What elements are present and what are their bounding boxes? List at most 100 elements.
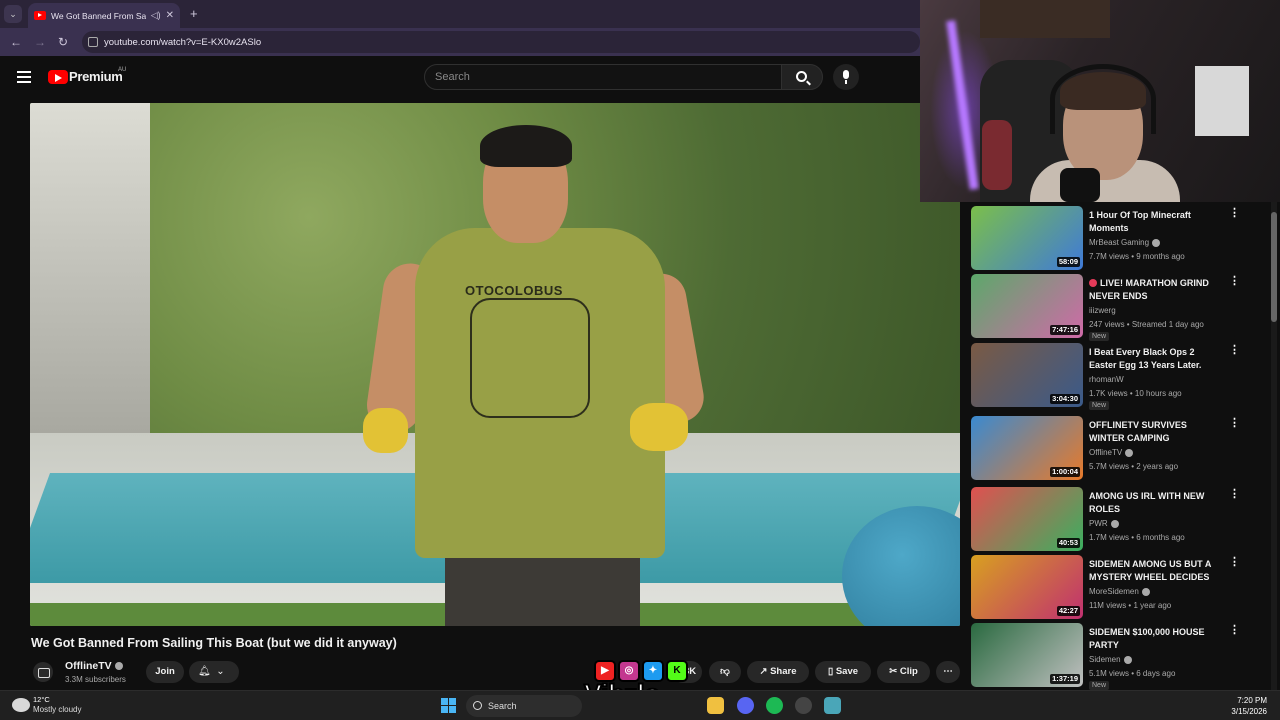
recommendation-item[interactable]: 3:04:30 I Beat Every Black Ops 2 Easter E… — [971, 343, 1271, 410]
recommendation-item[interactable]: 42:27 SIDEMEN AMONG US BUT A MYSTERY WHEE… — [971, 555, 1271, 621]
voice-search-button[interactable] — [833, 64, 859, 90]
more-vertical-icon[interactable]: ⋮ — [1229, 208, 1240, 225]
recommendation-channel[interactable]: Sidemen — [1089, 655, 1132, 664]
overlay-kick-icon: K — [666, 660, 688, 682]
sidebar-scrollbar[interactable] — [1271, 202, 1277, 690]
share-icon: ↗ — [759, 666, 768, 677]
dislike-button[interactable]: 👎︎ — [709, 661, 741, 683]
recommendation-title-text: I Beat Every Black Ops 2 Easter Egg 13 Y… — [1089, 347, 1202, 370]
recommendation-channel[interactable]: iiizwerg — [1089, 306, 1116, 315]
recommendation-item[interactable]: 40:53 AMONG US IRL WITH NEW ROLES PWR 1.7M … — [971, 487, 1271, 553]
video-frame-person: OTOCOLOBUS — [363, 123, 708, 626]
more-vertical-icon[interactable]: ⋮ — [1229, 418, 1240, 435]
recommendation-meta: 247 views • Streamed 1 day ago — [1089, 320, 1204, 329]
video-duration: 40:53 — [1056, 538, 1080, 548]
person-left-glove — [363, 408, 408, 453]
recommendation-thumbnail[interactable]: 3:04:30 — [971, 343, 1083, 407]
recommendation-thumbnail[interactable]: 1:00:04 — [971, 416, 1083, 480]
forward-arrow-icon[interactable]: → — [34, 35, 46, 49]
channel-name-link[interactable]: OfflineTV — [65, 660, 123, 672]
menu-icon[interactable] — [17, 71, 31, 83]
recommendation-meta: 5.7M views • 2 years ago — [1089, 462, 1179, 471]
subscriber-count: 3.3M subscribers — [65, 675, 126, 684]
new-tab-icon[interactable]: + — [190, 6, 198, 21]
weather-description[interactable]: Mostly cloudy — [33, 705, 81, 714]
system-clock[interactable]: 7:20 PM 3/15/2026 — [1215, 695, 1267, 717]
site-info-icon[interactable] — [88, 37, 98, 47]
microphone-icon — [843, 70, 849, 84]
recommendation-thumbnail[interactable]: 42:27 — [971, 555, 1083, 619]
recommendation-item[interactable]: 7:47:16 LIVE! MARATHON GRIND NEVER ENDS ii… — [971, 274, 1271, 341]
recommendation-title[interactable]: AMONG US IRL WITH NEW ROLES — [1089, 490, 1214, 516]
more-actions-button[interactable]: ⋯ — [936, 661, 960, 683]
join-button[interactable]: Join — [146, 661, 184, 683]
share-button[interactable]: ↗ Share — [747, 661, 809, 683]
recommendation-thumbnail[interactable]: 40:53 — [971, 487, 1083, 551]
tab-search-chevron-icon[interactable]: ⌄ — [4, 5, 22, 23]
weather-temperature[interactable]: 12°C — [33, 695, 50, 704]
recommendation-title-text: LIVE! MARATHON GRIND NEVER ENDS — [1089, 278, 1209, 301]
recommendation-title[interactable]: SIDEMEN AMONG US BUT A MYSTERY WHEEL DEC… — [1089, 558, 1214, 584]
speaker-icon[interactable]: ◁) — [151, 10, 161, 21]
taskbar-search-box[interactable]: Search — [466, 695, 582, 717]
recommendation-title[interactable]: SIDEMEN $100,000 HOUSE PARTY — [1089, 626, 1214, 652]
recommendation-item[interactable]: 58:09 1 Hour Of Top Minecraft Moments MrBe… — [971, 206, 1271, 272]
verified-badge-icon — [114, 662, 123, 671]
recommendation-thumbnail[interactable]: 58:09 — [971, 206, 1083, 270]
recommendation-channel[interactable]: rhomanW — [1089, 375, 1124, 384]
recommendation-channel[interactable]: PWR — [1089, 519, 1119, 528]
recommendation-channel[interactable]: MoreSidemen — [1089, 587, 1150, 596]
recommendation-item[interactable]: 1:37:19 SIDEMEN $100,000 HOUSE PARTY Sidem… — [971, 623, 1271, 690]
more-vertical-icon[interactable]: ⋮ — [1229, 276, 1240, 293]
search-input[interactable]: Search — [424, 64, 782, 90]
save-label: Save — [835, 666, 859, 677]
scrollbar-thumb[interactable] — [1271, 212, 1277, 322]
video-player[interactable]: OTOCOLOBUS — [30, 103, 960, 626]
url-field[interactable]: youtube.com/watch?v=E-KX0w2ASlo — [82, 31, 920, 53]
shirt-print-text: OTOCOLOBUS — [465, 283, 563, 298]
windows-start-icon[interactable] — [441, 698, 456, 713]
cloud-icon[interactable] — [12, 698, 30, 712]
search-button[interactable] — [781, 64, 823, 90]
save-button[interactable]: ▯ Save — [815, 661, 871, 683]
more-vertical-icon[interactable]: ⋮ — [1229, 489, 1240, 506]
recommendation-meta: 1.7M views • 6 months ago — [1089, 533, 1185, 542]
shirt-print-graphic — [470, 298, 590, 418]
video-duration: 1:37:19 — [1050, 674, 1080, 684]
recommendation-meta: 11M views • 1 year ago — [1089, 601, 1172, 610]
file-explorer-icon[interactable] — [707, 697, 724, 714]
reload-icon[interactable]: ↻ — [58, 35, 68, 49]
discord-icon[interactable] — [737, 697, 754, 714]
more-vertical-icon[interactable]: ⋮ — [1229, 345, 1240, 362]
recommendation-title[interactable]: 1 Hour Of Top Minecraft Moments — [1089, 209, 1214, 235]
app-f-icon[interactable] — [824, 697, 841, 714]
recommendation-title[interactable]: I Beat Every Black Ops 2 Easter Egg 13 Y… — [1089, 346, 1214, 372]
recommendation-title[interactable]: OFFLINETV SURVIVES WINTER CAMPING — [1089, 419, 1214, 445]
tab-title: We Got Banned From Sailing This Boat (bu… — [51, 10, 146, 21]
more-vertical-icon[interactable]: ⋮ — [1229, 625, 1240, 642]
youtube-favicon-icon — [34, 11, 46, 20]
headset-icon — [1050, 64, 1156, 134]
bell-icon: 🔔︎ — [198, 666, 211, 677]
browser-tab-active[interactable]: We Got Banned From Sailing This Boat (bu… — [28, 3, 180, 28]
youtube-premium-logo-text[interactable]: Premium — [69, 69, 123, 84]
youtube-logo-icon[interactable] — [48, 70, 68, 84]
subscription-notifications-button[interactable]: 🔔︎ ⌄ — [189, 661, 239, 683]
recommendation-item[interactable]: 1:00:04 OFFLINETV SURVIVES WINTER CAMPING… — [971, 416, 1271, 482]
recommendation-thumbnail[interactable]: 7:47:16 — [971, 274, 1083, 338]
more-vertical-icon[interactable]: ⋮ — [1229, 557, 1240, 574]
back-arrow-icon[interactable]: ← — [10, 35, 22, 49]
recommendation-title[interactable]: LIVE! MARATHON GRIND NEVER ENDS — [1089, 277, 1214, 303]
spotify-icon[interactable] — [766, 697, 783, 714]
tab-close-icon[interactable]: ✕ — [166, 10, 174, 21]
verified-badge-icon — [1141, 587, 1150, 596]
clip-label: Clip — [899, 666, 918, 677]
recommendation-channel[interactable]: OfflineTV — [1089, 448, 1134, 457]
recommendation-channel[interactable]: MrBeast Gaming — [1089, 238, 1161, 247]
windows-taskbar: 12°C Mostly cloudy Search 7:20 PM 3/15/20… — [0, 690, 1280, 720]
obs-icon[interactable] — [795, 697, 812, 714]
channel-avatar[interactable] — [33, 662, 53, 682]
url-text: youtube.com/watch?v=E-KX0w2ASlo — [104, 36, 262, 48]
recommendation-thumbnail[interactable]: 1:37:19 — [971, 623, 1083, 687]
clip-button[interactable]: ✂ Clip — [877, 661, 930, 683]
